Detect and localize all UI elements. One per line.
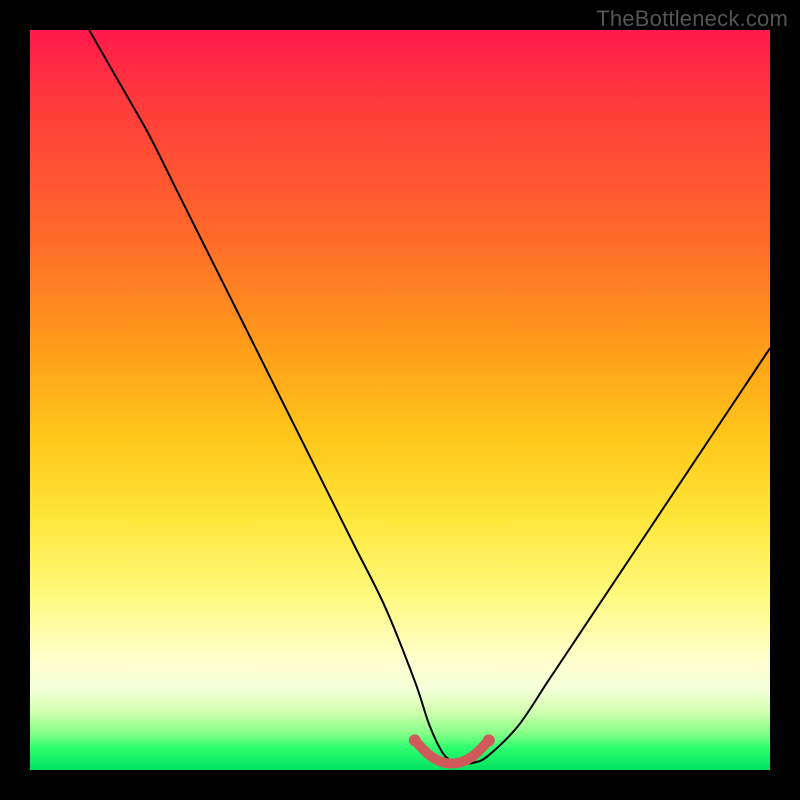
plot-area xyxy=(30,30,770,770)
highlight-start-dot xyxy=(409,734,421,746)
optimal-range-highlight-path xyxy=(415,740,489,763)
watermark-text: TheBottleneck.com xyxy=(596,6,788,32)
bottleneck-curve-path xyxy=(89,30,770,764)
curve-svg xyxy=(30,30,770,770)
highlight-end-dot xyxy=(483,734,495,746)
chart-frame: TheBottleneck.com xyxy=(0,0,800,800)
